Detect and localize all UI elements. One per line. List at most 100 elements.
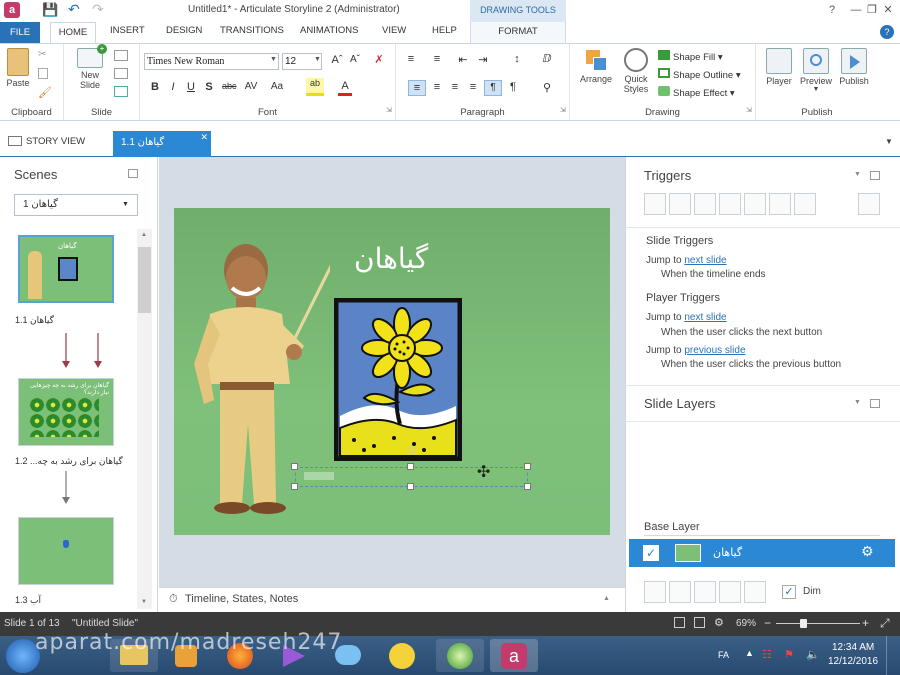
slide-thumb-1[interactable]: گیاهان [18,235,114,303]
tab-file[interactable]: FILE [0,22,40,43]
smiley-taskbar-icon[interactable] [378,639,426,672]
tab-view[interactable]: VIEW [382,25,406,36]
new-layer-icon[interactable] [644,581,666,603]
strikethrough-icon[interactable]: abc [222,81,237,91]
resize-handle[interactable] [407,483,414,490]
chevron-up-icon[interactable]: ▲ [141,232,147,238]
align-left-icon[interactable]: ≡ [408,80,426,96]
slide-view-icon[interactable] [694,617,705,628]
zoom-slider[interactable] [776,623,860,624]
shape-outline-button[interactable]: Shape Outline ▾ [658,68,741,81]
scrollbar-thumb[interactable] [138,247,151,313]
tab-animations[interactable]: ANIMATIONS [300,25,358,36]
scene-select[interactable]: گیاهان 1 [14,194,138,216]
highlight-icon[interactable]: ab [306,78,324,96]
zoom-level[interactable]: 69% [736,618,756,629]
normal-view-icon[interactable] [674,617,685,628]
player-button[interactable]: Player [762,48,796,86]
delete-layer-icon[interactable] [744,581,766,603]
save-icon[interactable]: 💾 [42,2,58,18]
rtl-direction-icon[interactable]: ¶ [506,81,520,93]
character-spacing-icon[interactable]: AV [244,81,258,92]
italic-icon[interactable]: I [166,81,180,93]
arrange-button[interactable]: Arrange [576,48,616,84]
quick-styles-button[interactable]: Quick Styles [618,48,654,94]
text-direction-icon[interactable]: ⅅ [540,52,554,65]
new-trigger-icon[interactable] [644,193,666,215]
undo-icon[interactable]: ↶ [68,1,80,18]
flag-icon[interactable]: ⚑ [784,648,794,661]
chevron-down-icon[interactable]: ▼ [141,599,147,605]
tab-help[interactable]: HELP [432,25,457,36]
slide-canvas[interactable]: گیاهان ✣ [174,208,610,535]
tab-insert[interactable]: INSERT [110,25,145,36]
ltr-direction-icon[interactable]: ¶ [484,80,502,96]
clock-date[interactable]: 12/12/2016 [828,656,878,667]
paste-layer-icon[interactable] [719,581,741,603]
shape-effect-button[interactable]: Shape Effect ▾ [658,86,735,99]
numbering-icon[interactable]: ≡ [430,53,444,65]
minimize-button[interactable]: — [848,3,864,17]
show-hidden-icons-icon[interactable]: ▲ [745,648,754,658]
find-replace-icon[interactable]: ⚲ [540,81,554,94]
change-case-icon[interactable]: Aa [270,81,284,92]
tab-home[interactable]: HOME [50,22,96,43]
restore-button[interactable]: ❐ [864,3,880,17]
close-tab-icon[interactable]: ✕ [200,125,208,149]
tab-format[interactable]: FORMAT [470,22,566,43]
trigger-1-link[interactable]: next slide [684,255,726,266]
volume-icon[interactable]: 🔈 [806,648,820,661]
base-layer-row[interactable]: ✓ گیاهان ⚙ [629,539,895,567]
grow-font-icon[interactable]: Aˆ [330,54,344,66]
chevron-down-icon[interactable]: ▼ [854,399,861,406]
tab-slide[interactable]: گیاهان 1.1 ✕ [113,131,211,157]
shrink-font-icon[interactable]: Aˇ [348,54,362,65]
preview-button[interactable]: Preview ▼ [798,48,834,93]
panel-restore-icon[interactable] [870,171,880,180]
trigger-2[interactable]: Jump to next slide [646,312,727,323]
layer-visibility-checkbox[interactable]: ✓ [643,545,659,561]
move-up-icon[interactable] [769,193,791,215]
duplicate-slide-icon[interactable] [114,86,128,97]
tab-story-view[interactable]: STORY VIEW [8,136,85,147]
chevron-down-icon[interactable]: ▼ [885,137,893,146]
resize-handle[interactable] [524,483,531,490]
copy-icon[interactable] [38,68,48,79]
zoom-in-icon[interactable]: + [862,616,869,630]
sunflower-picture[interactable] [334,298,462,461]
panel-restore-icon[interactable] [870,399,880,408]
slide-thumb-2[interactable]: گیاهان برای رشد به چه چیزهایی نیاز دارند… [18,378,114,446]
resize-handle[interactable] [524,463,531,470]
duplicate-layer-icon[interactable] [669,581,691,603]
trigger-3-link[interactable]: previous slide [684,345,745,356]
tab-design[interactable]: DESIGN [166,25,202,36]
new-slide-button[interactable]: + New Slide [72,44,108,90]
bullets-icon[interactable]: ≡ [404,53,418,65]
move-down-icon[interactable] [794,193,816,215]
redo-icon[interactable]: ↷ [92,1,104,18]
copy-trigger-icon[interactable] [694,193,716,215]
align-right-icon[interactable]: ≡ [448,81,462,93]
dim-checkbox[interactable]: ✓ [782,585,796,599]
paste-button[interactable]: Paste [4,48,32,88]
rotate-handle[interactable] [407,446,416,455]
app-taskbar-icon[interactable] [436,639,484,672]
copy-layer-icon[interactable] [694,581,716,603]
help-icon[interactable]: ? [880,25,894,39]
help-window-icon[interactable]: ? [824,3,840,17]
zoom-slider-thumb[interactable] [800,619,807,628]
network-icon[interactable]: ☷ [762,648,772,661]
shape-fill-button[interactable]: Shape Fill ▾ [658,50,723,63]
trigger-2-link[interactable]: next slide [684,312,726,323]
font-color-icon[interactable]: A [338,79,352,96]
increase-indent-icon[interactable]: ⇥ [476,53,490,66]
clock-time[interactable]: 12:34 AM [832,642,874,653]
resize-handle[interactable] [291,483,298,490]
cut-icon[interactable]: ✂ [38,49,46,60]
trigger-variables-icon[interactable] [858,193,880,215]
trigger-3[interactable]: Jump to previous slide [646,345,746,356]
line-spacing-icon[interactable]: ↕ [510,53,524,65]
shadow-icon[interactable]: S [202,81,216,93]
tab-transitions[interactable]: TRANSITIONS [220,25,284,36]
slide-title[interactable]: گیاهان [354,242,428,275]
